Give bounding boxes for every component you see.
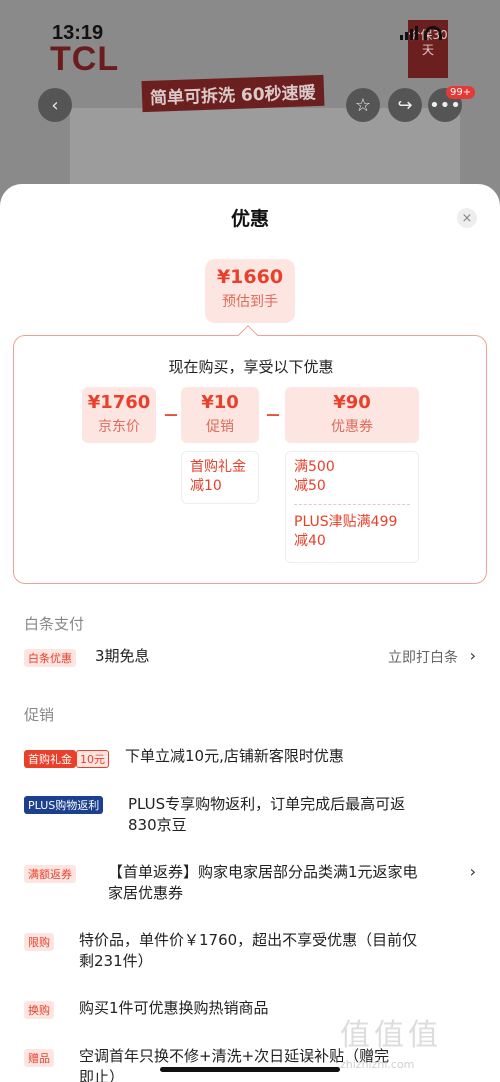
status-icons xyxy=(400,26,442,40)
share-icon: ↪ xyxy=(397,94,413,116)
promo-text-line: 830京豆 xyxy=(128,816,187,834)
minus-operator: － xyxy=(265,406,282,425)
promo-strip: 简单可拆洗 60秒速暖 xyxy=(141,74,325,113)
coupon-detail-line: PLUS津贴满499 xyxy=(294,514,398,530)
promo-tag: 满额返券 xyxy=(24,865,76,883)
divider xyxy=(294,504,410,505)
coupon-detail-line: 满500 xyxy=(294,459,335,475)
promo-text-line: PLUS专享购物返利，订单完成后最高可返 xyxy=(128,795,406,813)
sheet-title: 优惠 xyxy=(230,208,269,230)
coupon-detail: 满500 减50 PLUS津贴满499 减40 xyxy=(285,451,419,563)
promo-detail-line: 减10 xyxy=(190,478,222,494)
base-price-value: ¥1760 xyxy=(87,392,151,413)
minus-operator: － xyxy=(163,406,180,425)
chevron-left-icon: ‹ xyxy=(51,94,59,116)
coupon-detail-line: 减50 xyxy=(294,478,326,494)
chevron-right-icon: › xyxy=(469,646,476,665)
promo-text-line: 【首单返券】购家电家居部分品类满1元返家电 xyxy=(108,863,418,881)
close-button[interactable]: × xyxy=(457,208,477,228)
promo-text-line: 特价品，单件价￥1760，超出不享受优惠（目前仅 xyxy=(79,931,418,949)
watermark: 值值值 xyxy=(340,1018,442,1053)
final-price-box: ¥1660 预估到手 xyxy=(205,259,295,323)
promo-text: 【首单返券】购家电家居部分品类满1元返家电 家居优惠券 xyxy=(108,862,463,904)
final-price-amount: ¥1660 xyxy=(216,266,284,288)
promo-detail: 首购礼金 减10 xyxy=(181,451,259,504)
home-indicator xyxy=(160,1067,340,1072)
coupon-detail-line: 减40 xyxy=(294,533,326,549)
promo-value: ¥10 xyxy=(201,392,239,413)
baitiao-tag: 白条优惠 xyxy=(24,649,76,667)
promo-tag: 换购 xyxy=(24,1001,54,1019)
more-badge: 99+ xyxy=(446,86,476,99)
promo-detail-line: 首购礼金 xyxy=(190,459,246,475)
promo-label: 促销 xyxy=(206,419,234,435)
brand-logo: TCL xyxy=(50,40,120,78)
promo-item[interactable]: PLUS购物返利 PLUS专享购物返利，订单完成后最高可返 830京豆 xyxy=(24,794,484,840)
promo-item[interactable]: 满额返券 【首单返券】购家电家居部分品类满1元返家电 家居优惠券 › xyxy=(24,862,484,908)
promo-item[interactable]: 首购礼金 10元 下单立减10元,店铺新客限时优惠 xyxy=(24,746,484,770)
close-icon: × xyxy=(461,210,473,226)
baitiao-row[interactable]: 白条优惠 3期免息 立即打白条 › xyxy=(24,646,484,672)
discount-sheet: 优惠 × ¥1660 预估到手 现在购买，享受以下优惠 ¥1760 京东价 － … xyxy=(0,184,500,1082)
chevron-right-icon: › xyxy=(469,862,476,881)
price-calculation-box: 现在购买，享受以下优惠 ¥1760 京东价 － ¥10 促销 － ¥90 优惠券… xyxy=(13,335,487,584)
promo-tag-amount: 10元 xyxy=(76,749,109,768)
promo-text: 特价品，单件价￥1760，超出不享受优惠（目前仅 剩231件） xyxy=(79,930,479,972)
star-icon: ☆ xyxy=(354,94,372,116)
promo-text: PLUS专享购物返利，订单完成后最高可返 830京豆 xyxy=(128,794,468,836)
promo-text: 购买1件可优惠换购热销商品 xyxy=(79,999,269,1017)
coupon-chip: ¥90 优惠券 xyxy=(285,387,419,443)
base-price-chip: ¥1760 京东价 xyxy=(82,387,156,443)
promo-text-line: 家居优惠券 xyxy=(108,884,184,902)
base-price-label: 京东价 xyxy=(98,419,140,435)
watermark-url: zhizhizhi.com xyxy=(340,1058,415,1071)
promotions-section-label: 促销 xyxy=(24,706,55,724)
baitiao-section-label: 白条支付 xyxy=(24,615,85,633)
coupon-value: ¥90 xyxy=(333,392,371,413)
promo-item[interactable]: 限购 特价品，单件价￥1760，超出不享受优惠（目前仅 剩231件） xyxy=(24,930,484,976)
promo-chip: ¥10 促销 xyxy=(181,387,259,443)
promo-tag: 赠品 xyxy=(24,1049,54,1067)
favorite-button[interactable]: ☆ xyxy=(346,88,380,122)
baitiao-text: 3期免息 xyxy=(95,647,150,665)
promo-text-line: 剩231件） xyxy=(79,952,153,970)
calc-headline: 现在购买，享受以下优惠 xyxy=(168,358,334,376)
back-button[interactable]: ‹ xyxy=(38,88,72,122)
promo-tag: 限购 xyxy=(24,933,54,951)
baitiao-link[interactable]: 立即打白条 xyxy=(388,647,458,667)
promo-text: 下单立减10元,店铺新客限时优惠 xyxy=(125,747,344,765)
promo-text-line: 即止） xyxy=(79,1068,125,1082)
promo-tag: 首购礼金 xyxy=(24,749,76,768)
signal-icon xyxy=(400,26,418,40)
share-button[interactable]: ↪ xyxy=(388,88,422,122)
coupon-label: 优惠券 xyxy=(331,419,373,435)
final-price-label: 预估到手 xyxy=(222,294,278,310)
plus-tag: PLUS购物返利 xyxy=(24,796,104,814)
status-time: 13:19 xyxy=(52,22,104,44)
wifi-icon xyxy=(424,26,442,40)
